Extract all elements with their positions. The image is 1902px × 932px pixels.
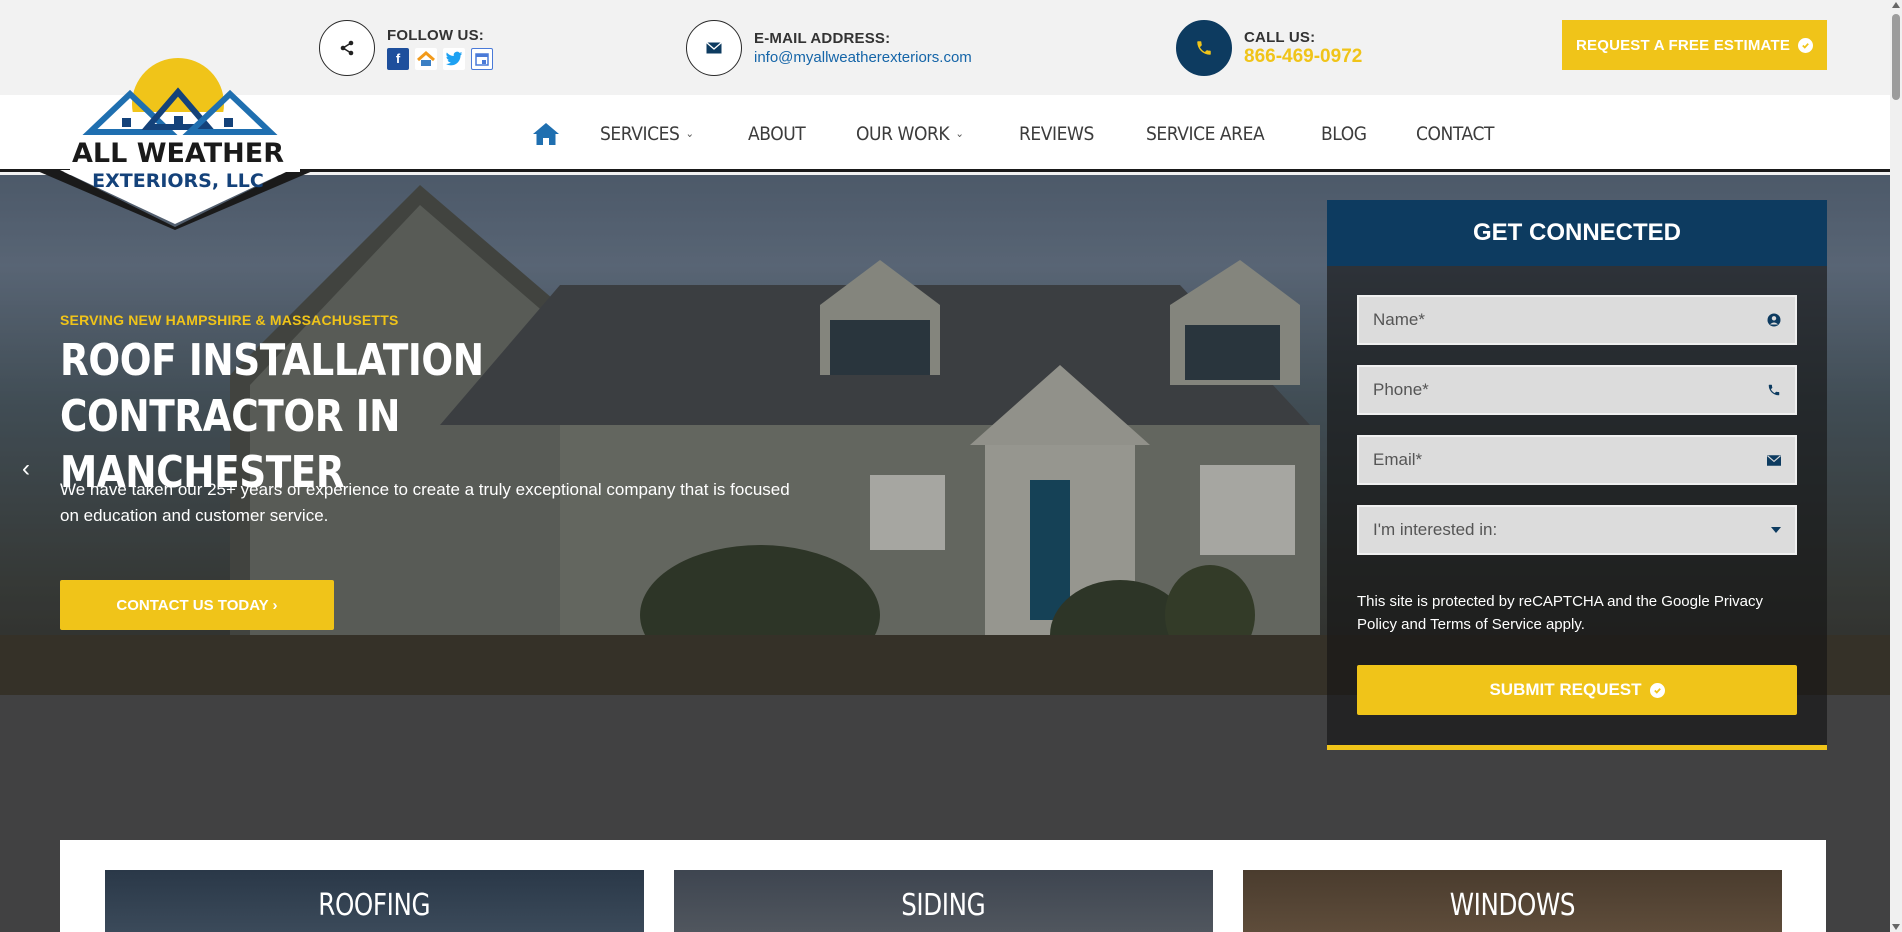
check-circle-icon	[1649, 682, 1665, 698]
share-icon[interactable]	[319, 20, 375, 76]
scrollbar-thumb[interactable]	[1892, 14, 1900, 100]
email-placeholder: Email*	[1373, 450, 1423, 469]
recaptcha-note: This site is protected by reCAPTCHA and …	[1357, 593, 1764, 633]
twitter-icon[interactable]	[443, 47, 465, 70]
nav-contact-label: CONTACT	[1415, 122, 1494, 145]
scroll-down-arrow-icon[interactable]	[1892, 924, 1900, 930]
follow-block: FOLLOW US: f	[319, 20, 493, 76]
nav-our-work-label: OUR WORK	[855, 122, 950, 145]
service-card-siding[interactable]: SIDING	[674, 870, 1213, 932]
nav-reviews[interactable]: REVIEWS	[1019, 123, 1094, 145]
nav-about-label: ABOUT	[747, 122, 806, 145]
logo-line-1: ALL WEATHER	[72, 138, 284, 169]
phone-icon[interactable]	[1176, 20, 1232, 76]
form-heading: GET CONNECTED	[1327, 200, 1827, 266]
nav-services[interactable]: SERVICES ⌄	[600, 123, 694, 145]
service-card-roofing[interactable]: ROOFING	[105, 870, 644, 932]
social-links: f	[387, 47, 493, 70]
check-circle-icon	[1798, 37, 1814, 53]
name-placeholder: Name*	[1373, 310, 1425, 329]
email-input[interactable]: Email*	[1357, 435, 1797, 485]
interest-select[interactable]: I'm interested in:	[1357, 505, 1797, 555]
nav-about[interactable]: ABOUT	[747, 122, 806, 145]
chevron-down-icon: ⌄	[685, 127, 694, 140]
home-icon[interactable]	[532, 122, 560, 146]
services-strip: ROOFING SIDING WINDOWS	[60, 840, 1826, 932]
phone-input[interactable]: Phone*	[1357, 365, 1797, 415]
request-estimate-label: REQUEST A FREE ESTIMATE	[1575, 36, 1791, 54]
nav-blog-label: BLOG	[1321, 122, 1367, 145]
page-scrollbar[interactable]	[1890, 0, 1902, 932]
service-card-windows[interactable]: WINDOWS	[1243, 870, 1782, 932]
name-input[interactable]: Name*	[1357, 295, 1797, 345]
hero-title: ROOF INSTALLATION CONTRACTOR IN MANCHEST…	[60, 335, 484, 498]
google-business-icon[interactable]	[471, 47, 493, 70]
hero-description: We have taken our 25+ years of experienc…	[60, 480, 790, 525]
email-label: E-MAIL ADDRESS:	[754, 30, 891, 47]
email-link[interactable]: info@myallweatherexteriors.com	[754, 49, 972, 66]
carousel-prev-arrow-icon[interactable]: ‹	[22, 455, 30, 483]
nav-reviews-label: REVIEWS	[1018, 122, 1094, 145]
hero-tagline: SERVING NEW HAMPSHIRE & MASSACHUSETTS	[60, 312, 399, 328]
call-label: CALL US:	[1244, 28, 1316, 46]
caret-down-icon	[1771, 527, 1781, 533]
envelope-icon	[686, 20, 742, 76]
phone-icon	[1767, 383, 1781, 397]
chevron-down-icon: ⌄	[955, 127, 963, 140]
call-block: CALL US: 866-469-0972	[1176, 20, 1362, 76]
interest-placeholder: I'm interested in:	[1373, 520, 1498, 539]
nav-contact[interactable]: CONTACT	[1416, 123, 1494, 145]
logo-line-2: EXTERIORS, LLC	[92, 170, 264, 192]
contact-us-button[interactable]: CONTACT US TODAY ›	[60, 580, 334, 630]
get-connected-form: GET CONNECTED Name* Phone* Email* I'm in…	[1327, 200, 1827, 750]
service-card-label: SIDING	[901, 888, 986, 923]
submit-request-button[interactable]: SUBMIT REQUEST	[1357, 665, 1797, 715]
service-card-label: ROOFING	[318, 888, 431, 923]
nav-blog[interactable]: BLOG	[1321, 123, 1367, 145]
phone-number-link[interactable]: 866-469-0972	[1244, 46, 1362, 68]
user-circle-icon	[1767, 313, 1781, 327]
scroll-up-arrow-icon[interactable]	[1892, 2, 1900, 8]
facebook-icon[interactable]: f	[387, 47, 409, 70]
email-block: E-MAIL ADDRESS: info@myallweatherexterio…	[686, 20, 972, 76]
nav-service-area-label: SERVICE AREA	[1145, 122, 1265, 145]
service-card-label: WINDOWS	[1449, 888, 1576, 923]
nav-service-area[interactable]: SERVICE AREA	[1145, 122, 1265, 145]
request-estimate-button[interactable]: REQUEST A FREE ESTIMATE	[1562, 20, 1827, 70]
submit-request-label: SUBMIT REQUEST	[1489, 680, 1642, 699]
nav-services-label: SERVICES	[600, 122, 680, 145]
homeadvisor-icon[interactable]	[415, 47, 437, 70]
follow-label: FOLLOW US:	[387, 26, 484, 44]
nav-our-work[interactable]: OUR WORK ⌄	[855, 122, 964, 145]
company-logo[interactable]: ALL WEATHER EXTERIORS, LLC	[30, 52, 320, 230]
envelope-icon	[1767, 454, 1781, 466]
phone-placeholder: Phone*	[1373, 380, 1429, 399]
